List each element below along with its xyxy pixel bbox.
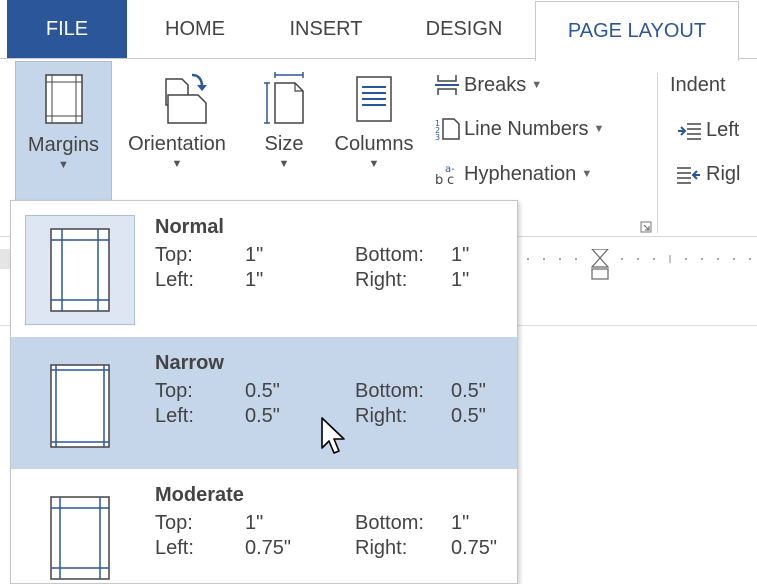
left-value: 0.75" <box>245 537 292 559</box>
left-label: Left: <box>155 405 194 427</box>
normal-margins-icon <box>50 228 110 312</box>
orientation-label: Orientation <box>128 133 226 155</box>
margins-label: Margins <box>27 134 100 156</box>
size-button[interactable]: Size ▼ <box>252 61 316 201</box>
right-label: Right: <box>355 269 408 291</box>
size-dropdown-arrow-icon: ▼ <box>278 158 290 170</box>
hyphenation-icon: b c a- <box>435 164 455 186</box>
bottom-label: Bottom: <box>355 244 424 266</box>
columns-button[interactable]: Columns ▼ <box>322 61 426 201</box>
top-label: Top: <box>155 244 193 266</box>
breaks-label: Breaks <box>464 73 527 96</box>
left-value: 1" <box>245 269 264 291</box>
margin-values-row: Left: 0.75" Right: 0.75" <box>155 537 515 561</box>
top-label: Top: <box>155 512 193 534</box>
indent-right-control[interactable]: Rigl <box>676 163 740 186</box>
margin-option-title: Narrow <box>155 352 224 374</box>
margin-values-row: Top: 0.5" Bottom: 0.5" <box>155 380 515 404</box>
narrow-margins-icon <box>50 364 110 448</box>
margins-button[interactable]: Margins ▼ <box>15 61 112 201</box>
breaks-dropdown-arrow-icon: ▼ <box>531 79 543 91</box>
line-numbers-button[interactable]: 1 2 3 Line Numbers ▼ <box>434 117 605 142</box>
page-setup-dialog-launcher-icon[interactable] <box>640 221 652 233</box>
top-label: Top: <box>155 380 193 402</box>
hyphenation-button[interactable]: b c a- Hyphenation ▼ <box>434 162 593 187</box>
size-icon <box>264 72 304 124</box>
line-numbers-dropdown-arrow-icon: ▼ <box>593 123 605 135</box>
size-label: Size <box>264 133 304 155</box>
breaks-icon <box>435 75 459 95</box>
indent-left-label: Left <box>706 119 740 141</box>
svg-text:3: 3 <box>435 133 440 141</box>
columns-icon <box>356 76 392 122</box>
margin-option-title: Normal <box>155 216 224 238</box>
ribbon-group-divider <box>657 73 658 233</box>
mouse-pointer-icon <box>321 417 345 454</box>
tab-insert[interactable]: INSERT <box>262 0 390 58</box>
right-value: 0.75" <box>451 537 498 559</box>
left-value: 0.5" <box>245 405 280 427</box>
margin-option-title: Moderate <box>155 484 244 506</box>
top-value: 1" <box>245 244 264 266</box>
right-value: 0.5" <box>451 405 486 427</box>
margin-option-normal[interactable]: Normal Top: 1" Bottom: 1" Left: 1" Right… <box>11 201 517 333</box>
svg-text:a-: a- <box>445 164 455 175</box>
orientation-dropdown-arrow-icon: ▼ <box>171 158 183 170</box>
indent-left-control[interactable]: Left <box>676 119 739 142</box>
margin-option-narrow[interactable]: Narrow Top: 0.5" Bottom: 0.5" Left: 0.5"… <box>11 337 517 469</box>
svg-text:b: b <box>435 173 443 186</box>
orientation-button[interactable]: Orientation ▼ <box>115 61 239 201</box>
tab-file[interactable]: FILE <box>7 0 127 58</box>
orientation-icon <box>165 73 207 124</box>
margins-dropdown: Normal Top: 1" Bottom: 1" Left: 1" Right… <box>10 200 518 584</box>
indent-heading: Indent <box>670 74 726 96</box>
line-numbers-icon: 1 2 3 <box>435 118 460 141</box>
indent-left-icon <box>678 122 701 140</box>
tab-page-layout[interactable]: PAGE LAYOUT <box>535 1 739 61</box>
moderate-margins-icon <box>50 496 110 580</box>
bottom-value: 1" <box>451 244 470 266</box>
margin-values-row: Left: 1" Right: 1" <box>155 269 515 293</box>
margins-icon <box>44 74 83 124</box>
ribbon-tab-bar: FILE HOME INSERT DESIGN PAGE LAYOUT <box>0 0 757 61</box>
indent-marker-icon <box>590 248 610 280</box>
bottom-label: Bottom: <box>355 512 424 534</box>
columns-dropdown-arrow-icon: ▼ <box>368 158 380 170</box>
indent-right-icon <box>677 166 700 184</box>
ruler-track <box>518 248 757 280</box>
right-value: 1" <box>451 269 470 291</box>
breaks-button[interactable]: Breaks ▼ <box>434 73 542 97</box>
indent-right-label: Rigl <box>706 163 741 185</box>
right-label: Right: <box>355 537 408 559</box>
left-label: Left: <box>155 269 194 291</box>
top-value: 0.5" <box>245 380 280 402</box>
tab-design[interactable]: DESIGN <box>403 0 525 58</box>
tab-home[interactable]: HOME <box>140 0 250 58</box>
columns-label: Columns <box>334 133 414 155</box>
line-numbers-label: Line Numbers <box>464 117 589 140</box>
margin-values-row: Top: 1" Bottom: 1" <box>155 512 515 536</box>
bottom-label: Bottom: <box>355 380 424 402</box>
margin-preview <box>25 351 135 461</box>
top-value: 1" <box>245 512 264 534</box>
left-label: Left: <box>155 537 194 559</box>
margin-values-row: Top: 1" Bottom: 1" <box>155 244 515 268</box>
ruler-ticks <box>527 248 751 280</box>
margin-option-moderate[interactable]: Moderate Top: 1" Bottom: 1" Left: 0.75" … <box>11 469 517 583</box>
bottom-value: 1" <box>451 512 470 534</box>
margin-preview <box>25 215 135 325</box>
bottom-value: 0.5" <box>451 380 486 402</box>
right-label: Right: <box>355 405 408 427</box>
margins-dropdown-arrow-icon: ▼ <box>58 159 69 171</box>
hyphenation-dropdown-arrow-icon: ▼ <box>581 168 593 180</box>
hyphenation-label: Hyphenation <box>464 162 577 185</box>
margin-preview <box>25 483 135 584</box>
